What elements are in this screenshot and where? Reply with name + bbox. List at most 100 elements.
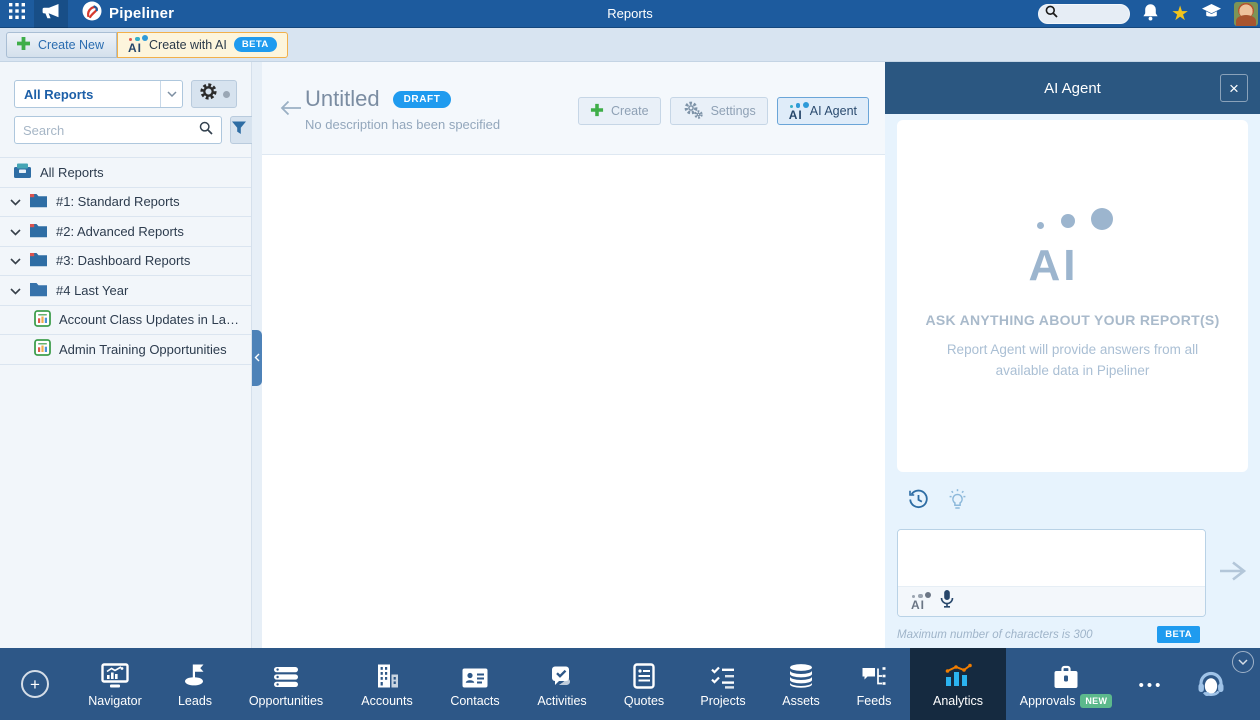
ai-logo-icon: AI xyxy=(128,35,142,54)
ai-welcome-card: AI ASK ANYTHING ABOUT YOUR REPORT(S) Rep… xyxy=(897,120,1248,472)
nav-item-quotes[interactable]: Quotes xyxy=(606,648,682,720)
nav-item-approvals[interactable]: Approvals NEW xyxy=(1006,648,1126,720)
back-button[interactable] xyxy=(280,100,302,121)
nav-item-label: Analytics xyxy=(933,694,983,708)
nav-item-label: Contacts xyxy=(450,694,499,708)
chevron-down-icon xyxy=(1238,653,1248,671)
app-launcher-button[interactable] xyxy=(0,0,34,28)
ai-mode-icon[interactable]: AI xyxy=(911,592,925,611)
nav-item-opportunities[interactable]: Opportunities xyxy=(230,648,342,720)
create-new-button[interactable]: Create New xyxy=(6,32,117,58)
create-button[interactable]: Create xyxy=(578,97,661,125)
notifications-button[interactable] xyxy=(1142,3,1159,26)
ai-panel-title: AI Agent xyxy=(1044,80,1101,97)
nav-item-projects[interactable]: Projects xyxy=(682,648,764,720)
nav-item-assets[interactable]: Assets xyxy=(764,648,838,720)
filter-funnel-icon xyxy=(231,120,247,141)
ai-note-row: Maximum number of characters is 300 BETA xyxy=(897,626,1248,643)
sidebar-settings-button[interactable] xyxy=(191,80,237,108)
status-badge: DRAFT xyxy=(393,91,452,108)
new-badge: NEW xyxy=(1080,694,1112,708)
create-with-ai-button[interactable]: AI Create with AI BETA xyxy=(117,32,288,58)
reports-sidebar: All Reports xyxy=(0,62,252,648)
tree-item-advanced-reports[interactable]: #2: Advanced Reports xyxy=(0,217,251,247)
tree-item-label: #4 Last Year xyxy=(56,283,251,298)
sidebar-search[interactable] xyxy=(14,116,222,144)
sidebar-collapse-handle[interactable] xyxy=(252,330,262,386)
suggestions-button[interactable] xyxy=(947,488,968,516)
lightbulb-icon xyxy=(947,488,968,516)
chevron-down-icon[interactable] xyxy=(10,283,21,298)
nav-item-label: Approvals xyxy=(1020,694,1076,708)
all-reports-icon xyxy=(13,162,32,182)
collapse-bar-button[interactable] xyxy=(1232,651,1254,673)
topbar: Pipeliner Reports ★ xyxy=(0,0,1260,28)
tree-item-dashboard-reports[interactable]: #3: Dashboard Reports xyxy=(0,247,251,277)
nav-item-leads[interactable]: Leads xyxy=(160,648,230,720)
tree-item-last-year[interactable]: #4 Last Year xyxy=(0,276,251,306)
nav-item-label: Accounts xyxy=(361,694,412,708)
ai-subtext: Report Agent will provide answers from a… xyxy=(919,340,1226,382)
chevron-down-icon[interactable] xyxy=(10,194,21,209)
ai-logo-icon: AI xyxy=(789,102,803,121)
beta-badge: BETA xyxy=(1157,626,1200,643)
send-button[interactable] xyxy=(1218,560,1248,587)
report-set-dropdown[interactable]: All Reports xyxy=(14,80,183,108)
tree-item-account-class-updates[interactable]: Account Class Updates in Last Y... xyxy=(0,306,251,336)
megaphone-icon xyxy=(42,3,60,24)
chevron-down-icon[interactable] xyxy=(10,224,21,239)
tree-item-standard-reports[interactable]: #1: Standard Reports xyxy=(0,188,251,218)
ai-panel-header: AI Agent × xyxy=(885,62,1260,114)
ai-agent-panel: AI Agent × AI ASK ANYTHING ABOUT YOUR RE… xyxy=(885,62,1260,648)
quick-add-button[interactable]: + xyxy=(21,670,49,698)
header-actions: Create Settings AI AI Agent xyxy=(578,97,869,125)
history-button[interactable] xyxy=(907,488,930,516)
ai-logo-large-icon: AI xyxy=(1021,210,1125,288)
folder-icon xyxy=(29,251,48,270)
training-button[interactable] xyxy=(1201,3,1222,25)
gear-icon xyxy=(199,82,218,106)
settings-button-label: Settings xyxy=(711,104,756,118)
close-panel-button[interactable]: × xyxy=(1220,74,1248,102)
global-search[interactable] xyxy=(1038,4,1130,24)
bell-icon xyxy=(1142,3,1159,26)
global-search-input[interactable] xyxy=(1062,8,1126,20)
nav-item-feeds[interactable]: Feeds xyxy=(838,648,910,720)
nav-item-label: Opportunities xyxy=(249,694,323,708)
report-header: Untitled DRAFT No description has been s… xyxy=(262,62,885,155)
feeds-icon xyxy=(861,662,887,689)
beta-badge: BETA xyxy=(234,37,277,52)
settings-button[interactable]: Settings xyxy=(670,97,768,125)
report-description: No description has been specified xyxy=(305,117,500,132)
nav-item-analytics[interactable]: Analytics xyxy=(910,648,1006,720)
nav-item-contacts[interactable]: Contacts xyxy=(432,648,518,720)
announcements-button[interactable] xyxy=(34,0,68,28)
char-limit-note: Maximum number of characters is 300 xyxy=(897,629,1093,641)
sidebar-search-input[interactable] xyxy=(23,123,199,138)
tree-item-label: #3: Dashboard Reports xyxy=(56,253,251,268)
nav-item-label: Feeds xyxy=(857,694,892,708)
ai-agent-button-label: AI Agent xyxy=(810,104,857,118)
ai-panel-body: AI ASK ANYTHING ABOUT YOUR REPORT(S) Rep… xyxy=(885,114,1260,643)
report-title: Untitled xyxy=(305,86,380,112)
pipeliner-logo: Pipeliner xyxy=(82,1,174,26)
nav-more-button[interactable]: ••• xyxy=(1126,648,1176,720)
tree-item-admin-training[interactable]: Admin Training Opportunities xyxy=(0,335,251,365)
favorites-button[interactable]: ★ xyxy=(1171,4,1189,24)
pipeliner-logo-icon xyxy=(82,1,102,26)
ai-message-input[interactable] xyxy=(898,530,1205,586)
ai-agent-button[interactable]: AI AI Agent xyxy=(777,97,869,125)
report-chart-icon xyxy=(34,339,51,359)
approvals-icon xyxy=(1052,662,1080,689)
user-avatar[interactable] xyxy=(1234,2,1258,26)
app-root: Pipeliner Reports ★ xyxy=(0,0,1260,720)
tree-item-all-reports[interactable]: All Reports xyxy=(0,158,251,188)
ai-input-footer: AI xyxy=(898,586,1205,616)
microphone-button[interactable] xyxy=(940,589,954,614)
gears-icon xyxy=(682,100,704,123)
nav-item-accounts[interactable]: Accounts xyxy=(342,648,432,720)
nav-item-activities[interactable]: Activities xyxy=(518,648,606,720)
nav-item-navigator[interactable]: Navigator xyxy=(70,648,160,720)
search-icon xyxy=(199,121,213,140)
chevron-down-icon[interactable] xyxy=(10,253,21,268)
